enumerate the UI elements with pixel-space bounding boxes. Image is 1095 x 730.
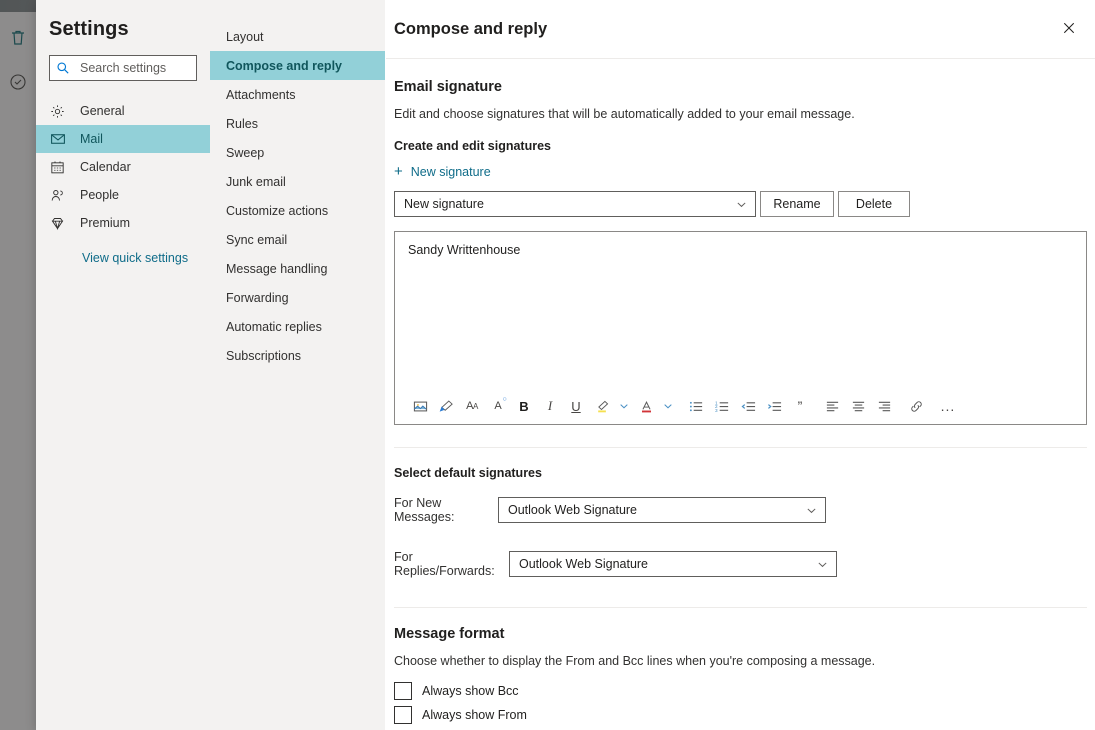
font-color-chevron-icon[interactable]: [659, 393, 677, 419]
sidebar-item-premium[interactable]: Premium: [36, 209, 210, 237]
sidebar-item-label: Premium: [80, 216, 131, 230]
always-show-bcc-label: Always show Bcc: [422, 684, 519, 698]
new-messages-signature-select[interactable]: Outlook Web Signature: [498, 497, 826, 523]
format-painter-icon[interactable]: [433, 393, 459, 419]
decrease-indent-icon[interactable]: [735, 393, 761, 419]
underline-icon[interactable]: U: [563, 393, 589, 419]
for-replies-forwards-label: For Replies/Forwards:: [394, 550, 495, 578]
clear-formatting-icon[interactable]: A ○: [485, 393, 511, 419]
create-edit-signatures-label: Create and edit signatures: [394, 139, 551, 153]
search-icon: [56, 61, 72, 75]
close-button[interactable]: [1053, 15, 1085, 45]
new-signature-label: New signature: [410, 164, 491, 179]
subnav-item-attachments[interactable]: Attachments: [210, 80, 385, 109]
replies-signature-value: Outlook Web Signature: [519, 557, 649, 571]
subnav-item-sync-email[interactable]: Sync email: [210, 225, 385, 254]
sidebar-item-general[interactable]: General: [36, 97, 210, 125]
gear-icon: [50, 104, 68, 119]
subnav-item-customize-actions[interactable]: Customize actions: [210, 196, 385, 225]
select-default-signatures-heading: Select default signatures: [394, 466, 542, 480]
person-icon: [50, 188, 68, 203]
quote-icon[interactable]: ”: [787, 393, 813, 419]
mail-subnav-panel: Layout Compose and reply Attachments Rul…: [210, 0, 386, 730]
chevron-down-icon: [806, 505, 817, 516]
subnav-item-rules[interactable]: Rules: [210, 109, 385, 138]
calendar-icon: [50, 160, 68, 175]
sidebar-item-calendar[interactable]: Calendar: [36, 153, 210, 181]
font-size-icon[interactable]: AA: [459, 393, 485, 419]
new-signature-button[interactable]: + New signature: [394, 164, 491, 179]
always-show-from-row[interactable]: Always show From: [394, 706, 1087, 724]
subnav-item-forwarding[interactable]: Forwarding: [210, 283, 385, 312]
new-messages-signature-value: Outlook Web Signature: [508, 503, 638, 517]
signature-format-toolbar: AA A ○ B I U 1 2 3 ” ...: [395, 388, 1086, 424]
italic-icon[interactable]: I: [537, 393, 563, 419]
search-input[interactable]: [78, 60, 190, 76]
new-messages-row: For New Messages: Outlook Web Signature: [394, 496, 1087, 524]
subnav-item-automatic-replies[interactable]: Automatic replies: [210, 312, 385, 341]
signature-select[interactable]: New signature: [394, 191, 756, 217]
highlight-color-icon[interactable]: [589, 393, 615, 419]
close-icon: [1063, 21, 1075, 39]
section-divider: [394, 607, 1087, 608]
signature-editor: Sandy Writtenhouse AA A ○ B I U 1 2 3 ” …: [394, 231, 1087, 425]
sidebar-item-label: Calendar: [80, 160, 131, 174]
align-right-icon[interactable]: [871, 393, 897, 419]
subnav-item-sweep[interactable]: Sweep: [210, 138, 385, 167]
rename-button[interactable]: Rename: [760, 191, 834, 217]
signature-editor-text[interactable]: Sandy Writtenhouse: [395, 232, 1086, 388]
subnav-item-layout[interactable]: Layout: [210, 22, 385, 51]
sidebar-item-label: Mail: [80, 132, 103, 146]
signature-select-value: New signature: [404, 197, 484, 211]
increase-indent-icon[interactable]: [761, 393, 787, 419]
always-show-from-label: Always show From: [422, 708, 527, 722]
settings-title: Settings: [49, 18, 129, 40]
more-options-icon[interactable]: ...: [935, 393, 961, 419]
chevron-down-icon: [736, 199, 747, 210]
settings-nav-panel: Settings General: [36, 0, 210, 730]
view-quick-settings-link[interactable]: View quick settings: [36, 251, 210, 265]
content-header: Compose and reply: [386, 0, 1095, 59]
email-signature-heading: Email signature: [394, 79, 502, 95]
settings-dialog: Settings General: [36, 0, 1095, 730]
insert-link-icon[interactable]: [903, 393, 929, 419]
sidebar-item-people[interactable]: People: [36, 181, 210, 209]
numbered-list-icon[interactable]: 1 2 3: [709, 393, 735, 419]
diamond-icon: [50, 216, 68, 231]
replies-forwards-row: For Replies/Forwards: Outlook Web Signat…: [394, 550, 1087, 578]
signature-controls-row: New signature Rename Delete: [394, 191, 1087, 217]
content-body: Email signature Edit and choose signatur…: [386, 59, 1095, 730]
always-show-bcc-checkbox[interactable]: [394, 682, 412, 700]
subnav-item-compose-and-reply[interactable]: Compose and reply: [210, 51, 385, 80]
bold-icon[interactable]: B: [511, 393, 537, 419]
for-new-messages-label: For New Messages:: [394, 496, 455, 524]
always-show-bcc-row[interactable]: Always show Bcc: [394, 682, 1087, 700]
plus-icon: +: [394, 163, 403, 180]
page-title: Compose and reply: [394, 19, 548, 38]
font-color-icon[interactable]: [633, 393, 659, 419]
insert-picture-icon[interactable]: [407, 393, 433, 419]
chevron-down-icon: [817, 559, 828, 570]
subnav-item-message-handling[interactable]: Message handling: [210, 254, 385, 283]
replies-signature-select[interactable]: Outlook Web Signature: [509, 551, 837, 577]
delete-button[interactable]: Delete: [838, 191, 910, 217]
align-center-icon[interactable]: [845, 393, 871, 419]
search-settings-box[interactable]: [49, 55, 197, 81]
sidebar-item-mail[interactable]: Mail: [36, 125, 210, 153]
bulleted-list-icon[interactable]: [683, 393, 709, 419]
always-show-from-checkbox[interactable]: [394, 706, 412, 724]
highlight-chevron-icon[interactable]: [615, 393, 633, 419]
align-left-icon[interactable]: [819, 393, 845, 419]
message-format-description: Choose whether to display the From and B…: [394, 654, 876, 668]
message-format-heading: Message format: [394, 626, 505, 642]
settings-content-panel: Compose and reply Email signature Edit a…: [386, 0, 1095, 730]
envelope-icon: [50, 132, 68, 147]
sidebar-item-label: People: [80, 188, 119, 202]
subnav-item-subscriptions[interactable]: Subscriptions: [210, 341, 385, 370]
email-signature-description: Edit and choose signatures that will be …: [394, 107, 855, 121]
svg-text:3: 3: [715, 408, 718, 413]
subnav-item-junk-email[interactable]: Junk email: [210, 167, 385, 196]
sidebar-item-label: General: [80, 104, 125, 118]
section-divider: [394, 447, 1087, 448]
